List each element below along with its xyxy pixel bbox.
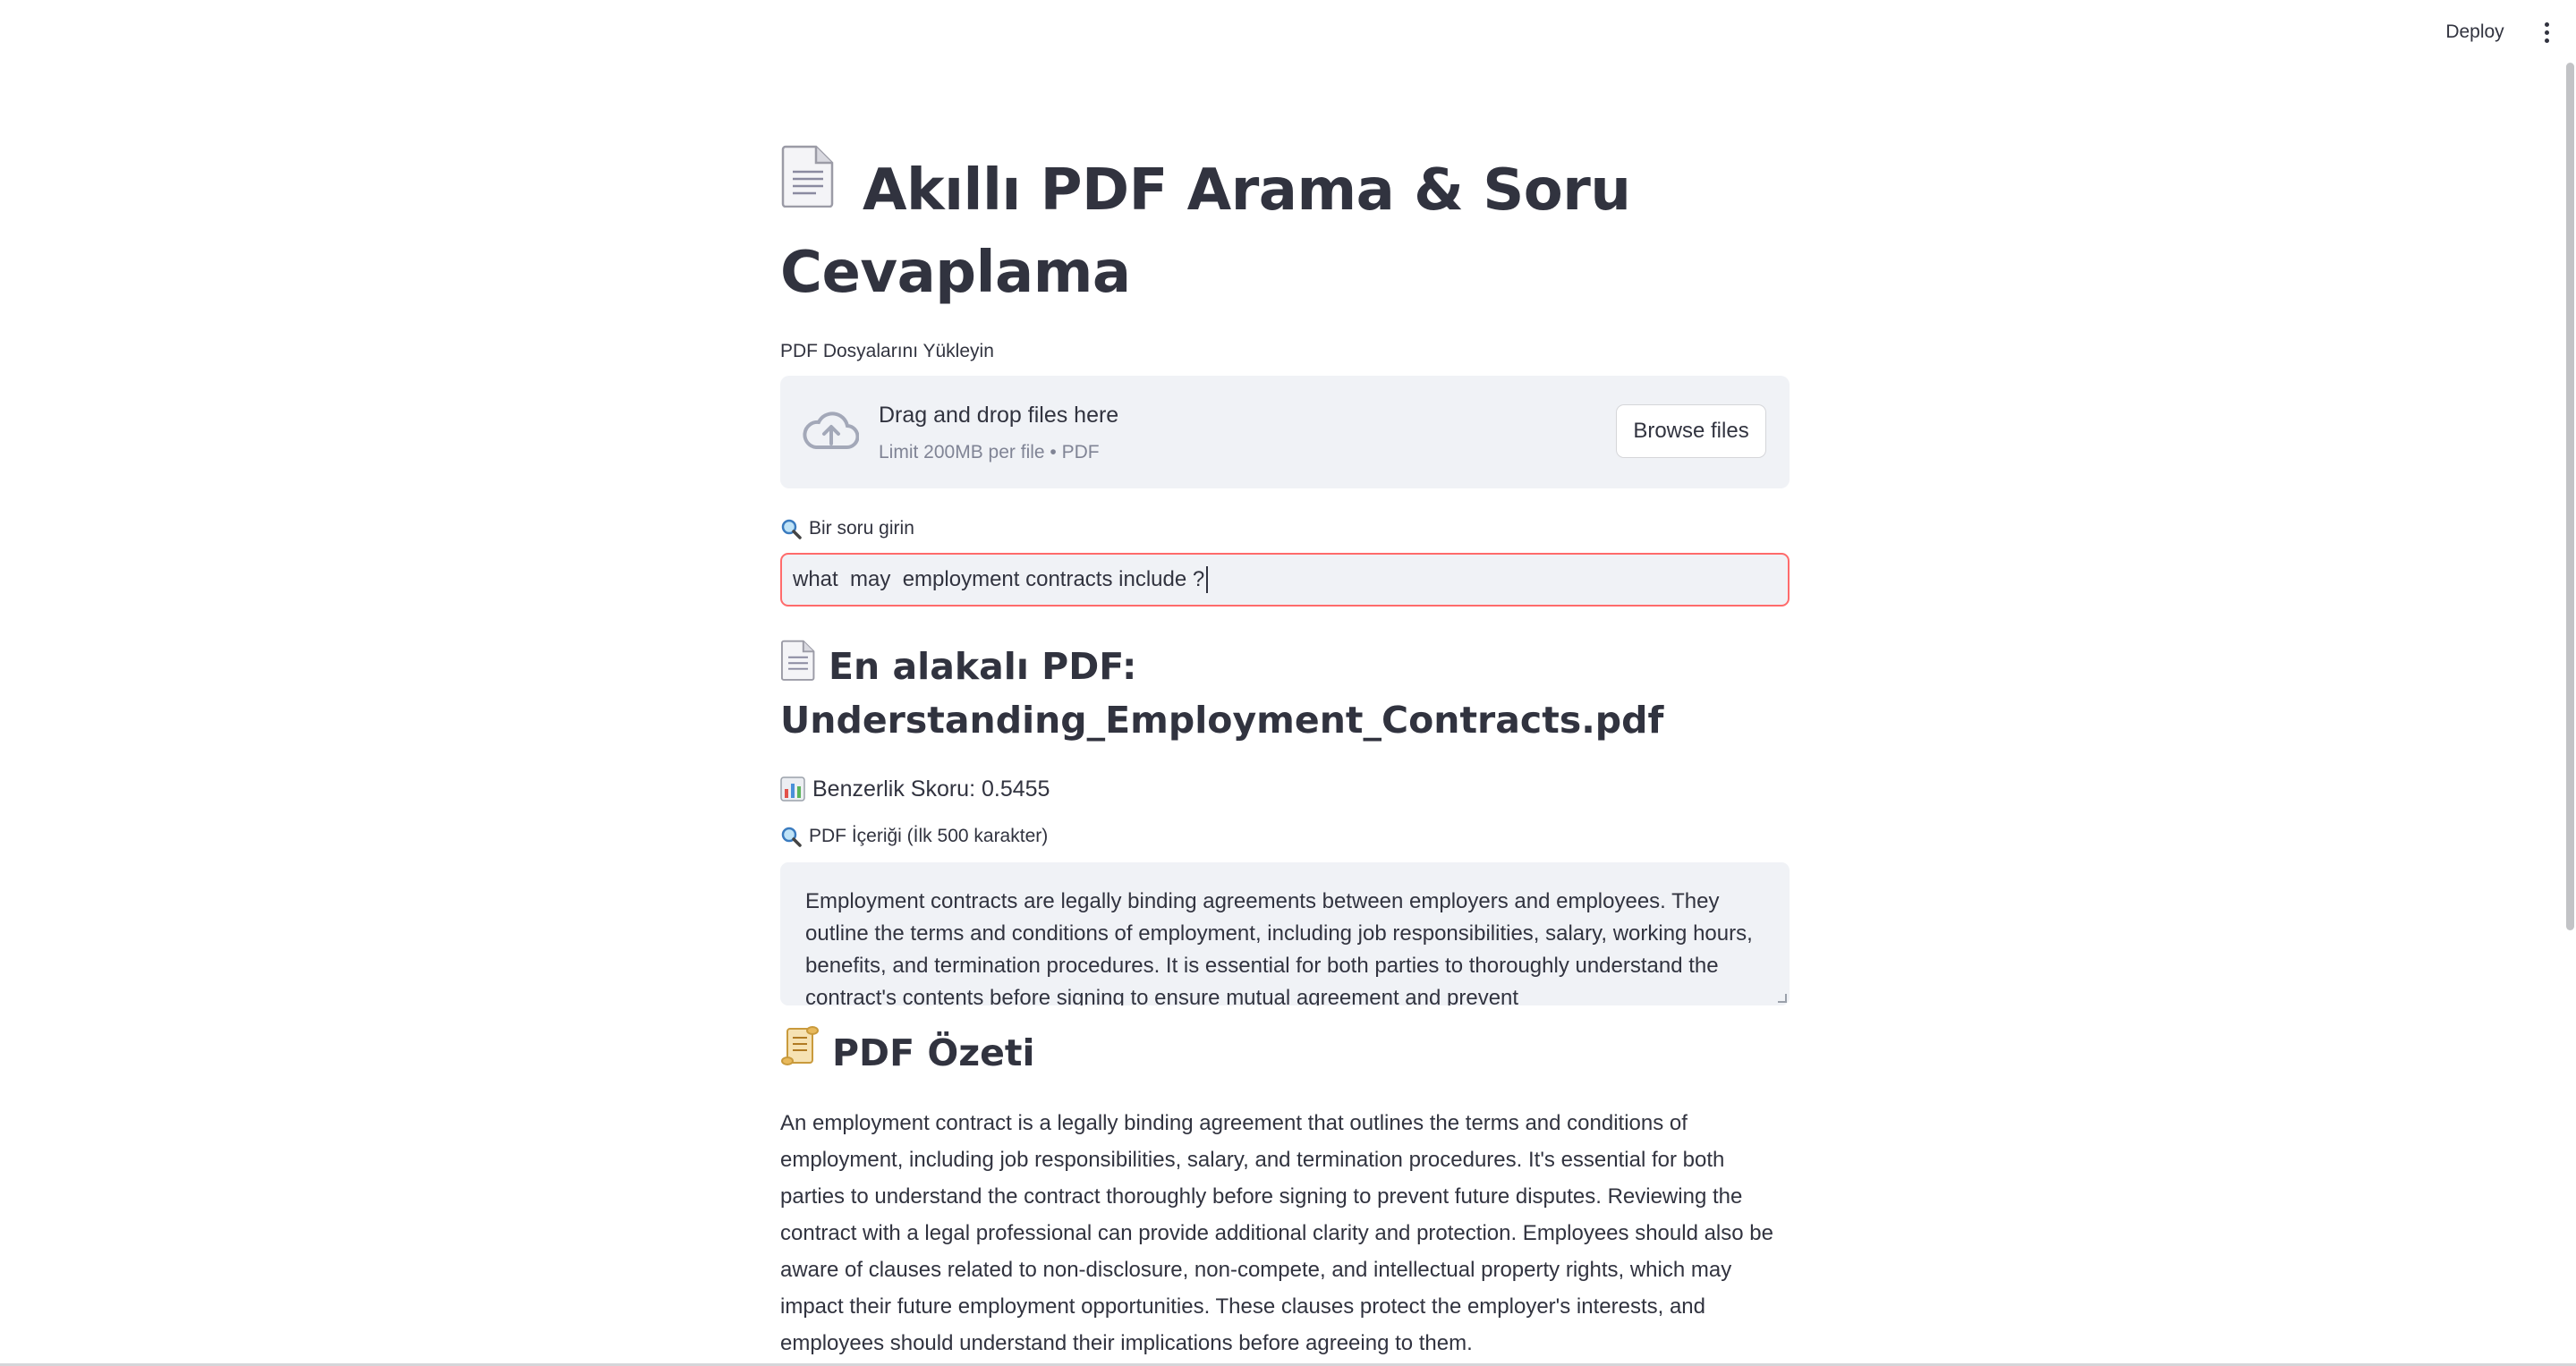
browse-files-button[interactable]: Browse files xyxy=(1616,404,1766,459)
text-caret xyxy=(1206,566,1209,594)
result-heading-line1: En alakalı PDF: xyxy=(829,645,1137,689)
magnifier-icon xyxy=(781,520,802,540)
page-title-text: Akıllı PDF Arama & Soru Cevaplama xyxy=(780,157,1631,307)
deploy-button[interactable]: Deploy xyxy=(2427,16,2523,48)
pdf-content-text: Employment contracts are legally binding… xyxy=(805,888,1753,1005)
summary-heading-text: PDF Özeti xyxy=(780,1026,1790,1082)
similarity-score: Benzerlik Skoru: 0.5455 xyxy=(780,771,1790,807)
resize-handle[interactable] xyxy=(1778,993,1787,1003)
top-toolbar: Deploy xyxy=(0,0,2576,63)
summary-heading: PDF Özeti xyxy=(780,1026,1790,1082)
result-heading: En alakalı PDF: Understanding_Employment… xyxy=(780,640,1790,744)
page-title: Akıllı PDF Arama & Soru Cevaplama xyxy=(780,146,1790,311)
summary-paragraph: An employment contract is a legally bind… xyxy=(780,1111,1773,1356)
scroll-icon xyxy=(780,1025,820,1078)
content-label-text: PDF İçeriği (İlk 500 karakter) xyxy=(809,825,1049,846)
main-content: Akıllı PDF Arama & Soru Cevaplama PDF Do… xyxy=(780,146,1790,1362)
bar-chart-icon xyxy=(780,776,805,802)
dropzone-instructions: Drag and drop files here xyxy=(879,403,1119,428)
page-facing-up-icon xyxy=(780,640,816,692)
content-label: PDF İçeriği (İlk 500 karakter) xyxy=(780,823,1790,850)
result-filename: Understanding_Employment_Contracts.pdf xyxy=(780,698,1664,742)
scrollbar-thumb[interactable] xyxy=(2566,63,2574,930)
question-input-value: what may employment contracts include ? xyxy=(793,567,1205,592)
file-dropzone[interactable]: Drag and drop files here Limit 200MB per… xyxy=(780,376,1790,489)
page-facing-up-icon xyxy=(780,145,836,227)
pdf-content-textarea[interactable]: Employment contracts are legally binding… xyxy=(780,861,1790,1005)
dropzone-limit: Limit 200MB per file • PDF xyxy=(879,442,1100,463)
question-label: Bir soru girin xyxy=(780,515,1790,542)
uploader-label: PDF Dosyalarını Yükleyin xyxy=(780,341,994,362)
similarity-score-text: Benzerlik Skoru: 0.5455 xyxy=(812,776,1050,802)
vertical-ellipsis-icon[interactable] xyxy=(2529,14,2564,50)
magnifier-icon xyxy=(781,827,802,847)
question-label-text: Bir soru girin xyxy=(809,518,914,539)
result-heading-text: En alakalı PDF: Understanding_Employment… xyxy=(780,640,1790,744)
scrollbar[interactable] xyxy=(2563,0,2576,1366)
question-input[interactable]: what may employment contracts include ? xyxy=(780,553,1790,607)
cloud-upload-icon xyxy=(803,411,859,450)
summary-heading-label: PDF Özeti xyxy=(832,1031,1035,1074)
